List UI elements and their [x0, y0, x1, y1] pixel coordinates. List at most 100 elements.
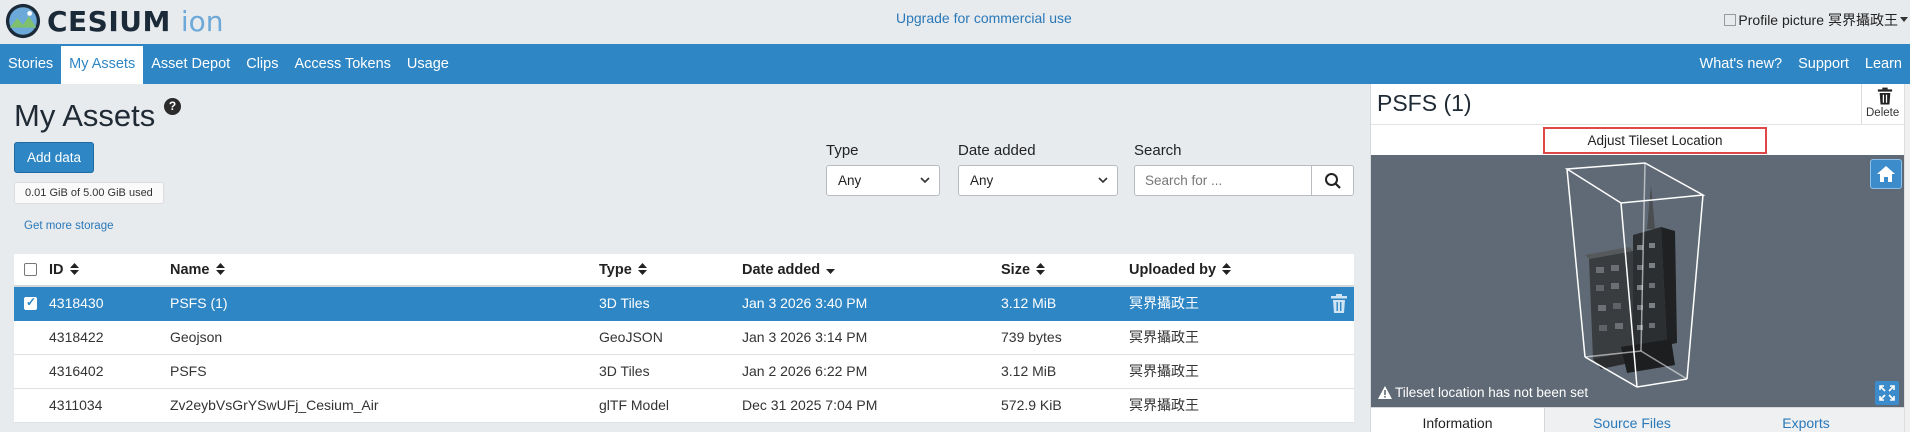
table-header: ID Name Type Date added Size Uploaded by [14, 254, 1354, 287]
home-view-button[interactable] [1870, 159, 1902, 189]
cell-date: Jan 2 2026 6:22 PM [742, 363, 868, 379]
cell-type: 3D Tiles [599, 363, 650, 379]
row-checkbox[interactable]: ✓ [24, 295, 37, 310]
cell-uploader: 冥界攝政王 [1129, 363, 1199, 379]
column-header-date-added[interactable]: Date added [742, 254, 836, 286]
cell-uploader: 冥界攝政王 [1129, 397, 1199, 413]
assets-table: ID Name Type Date added Size Uploaded by… [14, 254, 1354, 423]
cell-size: 3.12 MiB [1001, 363, 1057, 379]
cell-size: 3.12 MiB [1001, 295, 1057, 311]
detail-title: PSFS (1) [1377, 90, 1472, 116]
nav-item-learn[interactable]: Learn [1857, 44, 1910, 84]
adjust-bar: Adjust Tileset Location [1371, 124, 1907, 154]
search-icon [1324, 172, 1341, 189]
table-row[interactable]: 4318422 Geojson GeoJSON Jan 3 2026 3:14 … [14, 321, 1354, 355]
scrollbar[interactable] [1904, 84, 1910, 432]
storage-usage-badge: 0.01 GiB of 5.00 GiB used [14, 182, 164, 204]
sort-icon [69, 263, 79, 275]
tileset-preview [1564, 162, 1706, 388]
nav-item-stories[interactable]: Stories [0, 44, 61, 84]
chevron-down-icon [1098, 177, 1108, 184]
cell-name: Zv2eybVsGrYSwUFj_Cesium_Air [170, 397, 379, 413]
nav-item-my-assets[interactable]: My Assets [61, 46, 144, 84]
help-icon[interactable]: ? [164, 98, 181, 115]
cell-id: 4311034 [49, 397, 103, 413]
nav-item-clips[interactable]: Clips [238, 44, 286, 84]
nav-item-asset-depot[interactable]: Asset Depot [143, 44, 238, 84]
cell-date: Jan 3 2026 3:40 PM [742, 295, 868, 311]
tab-exports[interactable]: Exports [1719, 408, 1893, 432]
profile-picture-alt: Profile picture [1738, 12, 1824, 28]
asset-detail-panel: PSFS (1) Delete Adjust Tileset Location [1370, 84, 1910, 432]
tab-source-files[interactable]: Source Files [1545, 408, 1719, 432]
warning-text: Tileset location has not been set [1395, 385, 1589, 400]
tab-information[interactable]: Information [1371, 408, 1545, 432]
cesium-logo-icon [5, 3, 41, 39]
home-icon [1877, 166, 1895, 182]
search-box [1134, 165, 1354, 196]
select-all-checkbox[interactable] [24, 263, 37, 276]
cell-name: PSFS [170, 363, 207, 379]
column-header-name[interactable]: Name [170, 254, 225, 286]
cell-id: 4316402 [49, 363, 104, 379]
search-label: Search [1134, 142, 1182, 159]
nav-item-support[interactable]: Support [1790, 44, 1857, 84]
logo-text: CESIUM [47, 4, 171, 38]
search-input[interactable] [1135, 166, 1313, 195]
trash-icon[interactable] [1330, 294, 1348, 314]
get-more-storage-link[interactable]: Get more storage [24, 220, 113, 232]
nav-item-usage[interactable]: Usage [399, 44, 457, 84]
delete-label: Delete [1866, 107, 1900, 119]
checkmark-icon: ✓ [26, 295, 37, 309]
sort-descending-icon [826, 269, 836, 274]
cell-name: PSFS (1) [170, 295, 228, 311]
assets-panel: My Assets ? Add data 0.01 GiB of 5.00 Gi… [0, 84, 1370, 432]
detail-tabs: Information Source Files Exports [1371, 407, 1907, 432]
cell-id: 4318430 [49, 295, 104, 311]
sort-icon [637, 263, 647, 275]
upgrade-link[interactable]: Upgrade for commercial use [896, 10, 1072, 26]
trash-icon [1877, 87, 1893, 105]
delete-button[interactable]: Delete [1861, 84, 1907, 124]
caret-down-icon [1900, 17, 1908, 22]
cell-name: Geojson [170, 329, 223, 345]
cell-size: 572.9 KiB [1001, 397, 1062, 413]
cell-size: 739 bytes [1001, 329, 1062, 345]
type-filter-select[interactable]: Any [826, 165, 940, 196]
cell-date: Jan 3 2026 3:14 PM [742, 329, 868, 345]
page-title: My Assets [14, 98, 156, 133]
nav-item-whats-new[interactable]: What's new? [1692, 44, 1791, 84]
adjust-tileset-location-button[interactable]: Adjust Tileset Location [1543, 127, 1767, 154]
search-button[interactable] [1311, 166, 1353, 195]
cesium-ion-logo[interactable]: CESIUM ion [4, 2, 224, 40]
profile-menu[interactable]: Profile picture 冥界攝政王 [1724, 10, 1908, 30]
date-filter-select[interactable]: Any [958, 165, 1118, 196]
column-header-size[interactable]: Size [1001, 254, 1046, 286]
nav-right: What's new? Support Learn [1692, 44, 1910, 84]
tileset-preview-viewer[interactable]: Tileset location has not been set [1371, 155, 1907, 407]
column-header-id[interactable]: ID [49, 254, 79, 286]
cell-uploader: 冥界攝政王 [1129, 295, 1199, 311]
cell-type: glTF Model [599, 397, 670, 413]
column-header-type[interactable]: Type [599, 254, 647, 286]
table-row[interactable]: 4311034 Zv2eybVsGrYSwUFj_Cesium_Air glTF… [14, 389, 1354, 423]
sort-icon [215, 263, 225, 275]
fullscreen-icon [1879, 385, 1895, 401]
logo-suffix: ion [180, 4, 224, 38]
cell-uploader: 冥界攝政王 [1129, 329, 1199, 345]
date-filter-label: Date added [958, 142, 1036, 159]
add-data-button[interactable]: Add data [14, 142, 94, 173]
cell-type: GeoJSON [599, 329, 663, 345]
cell-type: 3D Tiles [599, 295, 650, 311]
main-nav: Stories My Assets Asset Depot Clips Acce… [0, 44, 1910, 84]
table-row[interactable]: ✓ 4318430 PSFS (1) 3D Tiles Jan 3 2026 3… [14, 287, 1354, 321]
location-warning: Tileset location has not been set [1378, 385, 1588, 400]
table-row[interactable]: 4316402 PSFS 3D Tiles Jan 2 2026 6:22 PM… [14, 355, 1354, 389]
nav-item-access-tokens[interactable]: Access Tokens [286, 44, 398, 84]
top-bar: CESIUM ion Upgrade for commercial use Pr… [0, 0, 1910, 44]
fullscreen-button[interactable] [1875, 381, 1899, 405]
column-header-uploaded-by[interactable]: Uploaded by [1129, 254, 1232, 286]
cell-id: 4318422 [49, 329, 104, 345]
type-filter-label: Type [826, 142, 859, 159]
sort-icon [1222, 263, 1232, 275]
